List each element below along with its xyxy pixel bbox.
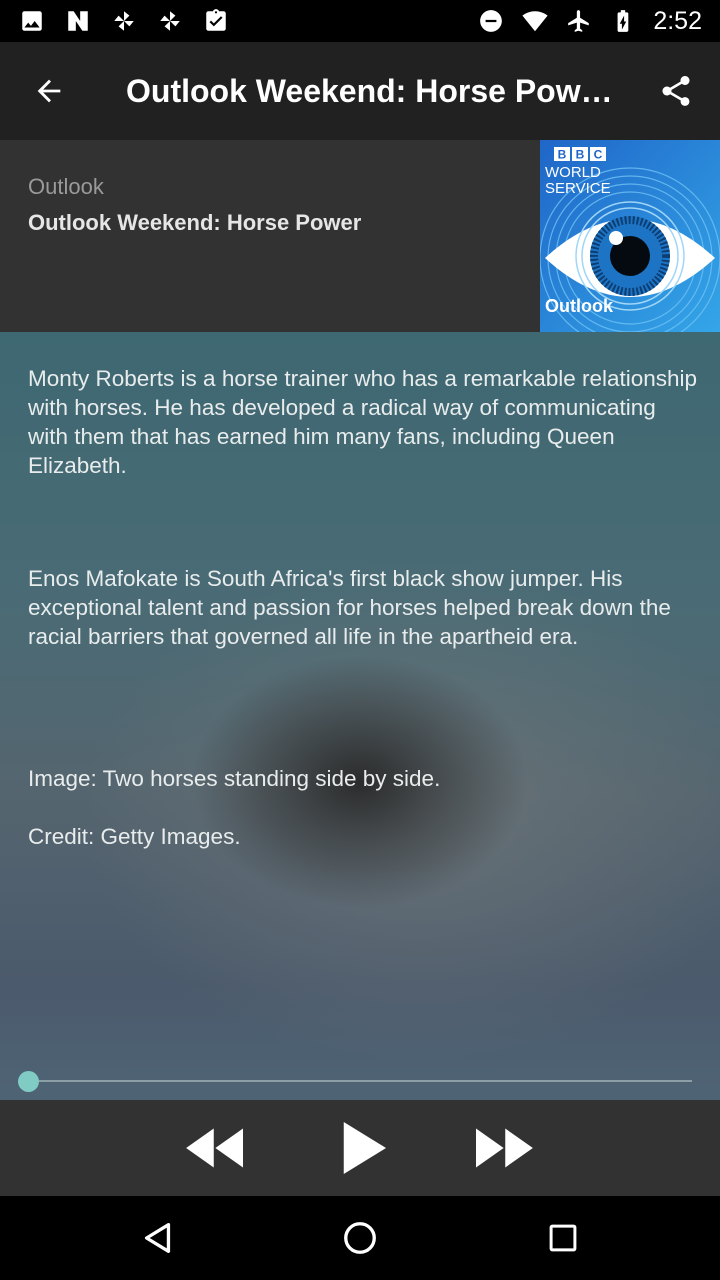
svg-text:B: B <box>558 148 567 162</box>
status-right-icons: 2:52 <box>477 7 702 36</box>
episode-header: Outlook Outlook Weekend: Horse Power B B… <box>0 140 720 332</box>
system-nav-bar <box>0 1196 720 1280</box>
seek-bar-thumb[interactable] <box>18 1071 39 1092</box>
program-name: Outlook <box>28 174 104 199</box>
seek-bar-track[interactable] <box>28 1080 692 1082</box>
back-button[interactable] <box>0 42 98 140</box>
bbc-logo: B B C <box>554 147 606 162</box>
airplane-icon <box>565 7 593 35</box>
episode-artwork: B B C WORLD SERVICE Outlook <box>540 140 720 332</box>
pinwheel-icon <box>156 7 184 35</box>
battery-charging-icon <box>609 7 637 35</box>
play-button[interactable] <box>312 1100 408 1196</box>
share-button[interactable] <box>636 42 716 140</box>
arrow-back-icon <box>37 79 61 103</box>
artwork-service-line2: SERVICE <box>545 180 611 197</box>
episode-description-area[interactable]: Monty Roberts is a horse trainer who has… <box>0 332 720 1100</box>
do-not-disturb-icon <box>477 7 505 35</box>
share-icon <box>662 76 690 106</box>
clipboard-check-icon <box>202 7 230 35</box>
svg-text:C: C <box>594 148 603 162</box>
app-bar: Outlook Weekend: Horse Pow… <box>0 42 720 140</box>
player-controls <box>0 1100 720 1196</box>
fast-forward-button[interactable] <box>454 1100 550 1196</box>
home-circle-icon <box>344 1222 376 1254</box>
status-bar: 2:52 <box>0 0 720 42</box>
image-icon <box>18 7 46 35</box>
play-icon <box>343 1122 386 1174</box>
image-caption: Image: Two horses standing side by side. <box>28 766 441 791</box>
rewind-button[interactable] <box>169 1100 265 1196</box>
fast-forward-icon <box>476 1128 533 1168</box>
notification-n-icon <box>64 7 92 35</box>
rewind-icon <box>186 1128 243 1168</box>
episode-title: Outlook Weekend: Horse Power <box>28 210 362 235</box>
back-triangle-icon <box>144 1223 171 1253</box>
description-paragraph: Enos Mafokate is South Africa's first bl… <box>28 566 671 649</box>
nav-back-button[interactable] <box>113 1196 203 1280</box>
nav-recents-button[interactable] <box>518 1196 608 1280</box>
pinwheel-icon <box>110 7 138 35</box>
recents-square-icon <box>549 1224 577 1252</box>
page-title: Outlook Weekend: Horse Pow… <box>126 72 613 109</box>
artwork-show-name: Outlook <box>545 296 614 316</box>
nav-home-button[interactable] <box>315 1196 405 1280</box>
status-time: 2:52 <box>653 6 702 35</box>
svg-text:B: B <box>576 148 585 162</box>
artwork-service-line1: WORLD <box>545 164 601 181</box>
episode-header-text: Outlook Outlook Weekend: Horse Power <box>28 174 518 236</box>
status-left-icons <box>18 7 230 35</box>
wifi-icon <box>521 7 549 35</box>
description-paragraph: Monty Roberts is a horse trainer who has… <box>28 366 698 478</box>
image-credit: Credit: Getty Images. <box>28 824 241 849</box>
